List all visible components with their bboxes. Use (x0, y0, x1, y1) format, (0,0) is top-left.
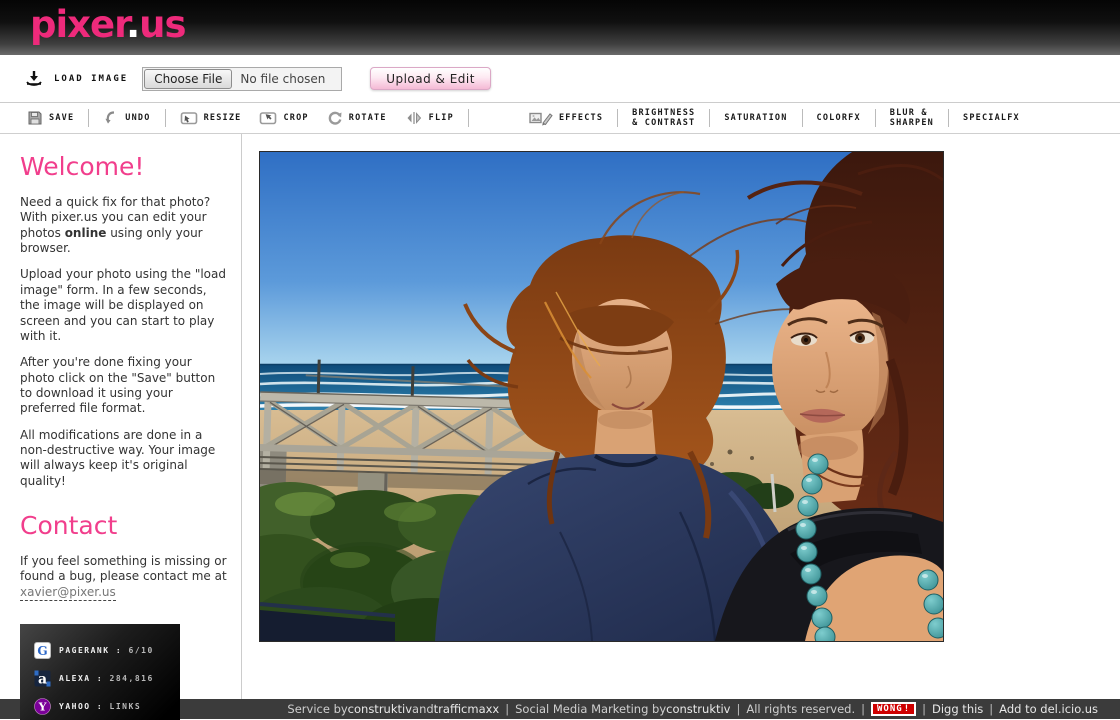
quality-paragraph: All modifications are done in a non-dest… (20, 428, 228, 489)
sidebar: Welcome! Need a quick fix for that photo… (0, 134, 242, 699)
google-icon: G (34, 642, 51, 659)
crop-icon (259, 110, 277, 126)
toolbar-separator (709, 109, 710, 127)
toolbar-separator (468, 109, 469, 127)
alexa-icon: a (34, 670, 51, 687)
editor-toolbar: SAVE UNDO RESIZE CROP ROTATE (0, 103, 1120, 134)
site-header: pixer.us (0, 0, 1120, 55)
effects-icon (529, 110, 553, 126)
toolbar-blur-sharpen[interactable]: BLUR &SHARPEN (881, 108, 943, 128)
toolbar-separator (802, 109, 803, 127)
welcome-heading: Welcome! (20, 152, 229, 181)
toolbar-separator (875, 109, 876, 127)
toolbar-separator (165, 109, 166, 127)
pixer-logo: pixer.us (30, 6, 1120, 43)
popuri-badge: G PAGERANK : 6/10 a ALEXA : 284,816 Y Y (20, 624, 180, 720)
intro-paragraph: Need a quick fix for that photo? With pi… (20, 195, 228, 256)
yahoo-icon: Y (34, 698, 51, 715)
logo-pre: pixer (30, 3, 126, 46)
upload-bar: LOAD IMAGE Choose File No file chosen Up… (0, 55, 1120, 103)
digg-link[interactable]: Digg this (932, 702, 983, 716)
logo-post: us (139, 3, 185, 46)
contact-heading: Contact (20, 511, 229, 540)
file-input[interactable]: Choose File No file chosen (142, 67, 342, 91)
badge-row-pagerank: G PAGERANK : 6/10 (34, 636, 180, 664)
load-image-icon (24, 69, 44, 89)
svg-text:a: a (38, 671, 47, 687)
editor-main-area (242, 134, 1120, 699)
wong-badge[interactable]: WONG! (871, 702, 916, 716)
toolbar-flip[interactable]: FLIP (396, 110, 463, 126)
rotate-icon (327, 110, 343, 126)
delicious-link[interactable]: Add to del.icio.us (999, 702, 1098, 716)
photo-canvas (259, 151, 944, 642)
toolbar-brightness-contrast[interactable]: BRIGHTNESS& CONTRAST (623, 108, 704, 128)
toolbar-separator (88, 109, 89, 127)
upload-edit-button[interactable]: Upload & Edit (370, 67, 491, 90)
flip-icon (405, 110, 423, 126)
toolbar-colorfx[interactable]: COLORFX (808, 113, 870, 123)
undo-icon (103, 110, 119, 126)
footer-service-text: Service by (287, 702, 347, 716)
toolbar-specialfx[interactable]: SPECIALFX (954, 113, 1029, 123)
svg-text:G: G (37, 644, 47, 658)
save-paragraph: After you're done fixing your photo clic… (20, 355, 228, 416)
file-status-text: No file chosen (240, 72, 325, 86)
save-icon (27, 110, 43, 126)
badge-row-alexa: a ALEXA : 284,816 (34, 664, 180, 692)
contact-email-link[interactable]: xavier@pixer.us (20, 585, 116, 601)
toolbar-save[interactable]: SAVE (18, 110, 83, 126)
toolbar-separator (948, 109, 949, 127)
footer-smm-text: Social Media Marketing by (515, 702, 666, 716)
upload-paragraph: Upload your photo using the "load image"… (20, 267, 228, 344)
svg-text:Y: Y (38, 700, 47, 713)
toolbar-undo[interactable]: UNDO (94, 110, 159, 126)
toolbar-rotate[interactable]: ROTATE (318, 110, 396, 126)
construktiv-link-2[interactable]: construktiv (666, 702, 730, 716)
toolbar-effects[interactable]: EFFECTS (520, 110, 612, 126)
trafficmaxx-link[interactable]: trafficmaxx (434, 702, 500, 716)
choose-file-button[interactable]: Choose File (144, 69, 232, 89)
load-image-label: LOAD IMAGE (54, 74, 128, 84)
contact-paragraph: If you feel something is missing or foun… (20, 554, 228, 600)
badge-row-yahoo: Y YAHOO : LINKS (34, 692, 180, 720)
content-area: Welcome! Need a quick fix for that photo… (0, 134, 1120, 699)
toolbar-crop[interactable]: CROP (250, 110, 317, 126)
toolbar-separator (617, 109, 618, 127)
toolbar-resize[interactable]: RESIZE (171, 110, 251, 126)
construktiv-link[interactable]: construktiv (348, 702, 412, 716)
toolbar-saturation[interactable]: SATURATION (715, 113, 796, 123)
footer-rights-text: All rights reserved. (746, 702, 855, 716)
resize-icon (180, 110, 198, 126)
beach-selfie-photo (260, 152, 943, 641)
logo-dot: . (126, 3, 139, 46)
